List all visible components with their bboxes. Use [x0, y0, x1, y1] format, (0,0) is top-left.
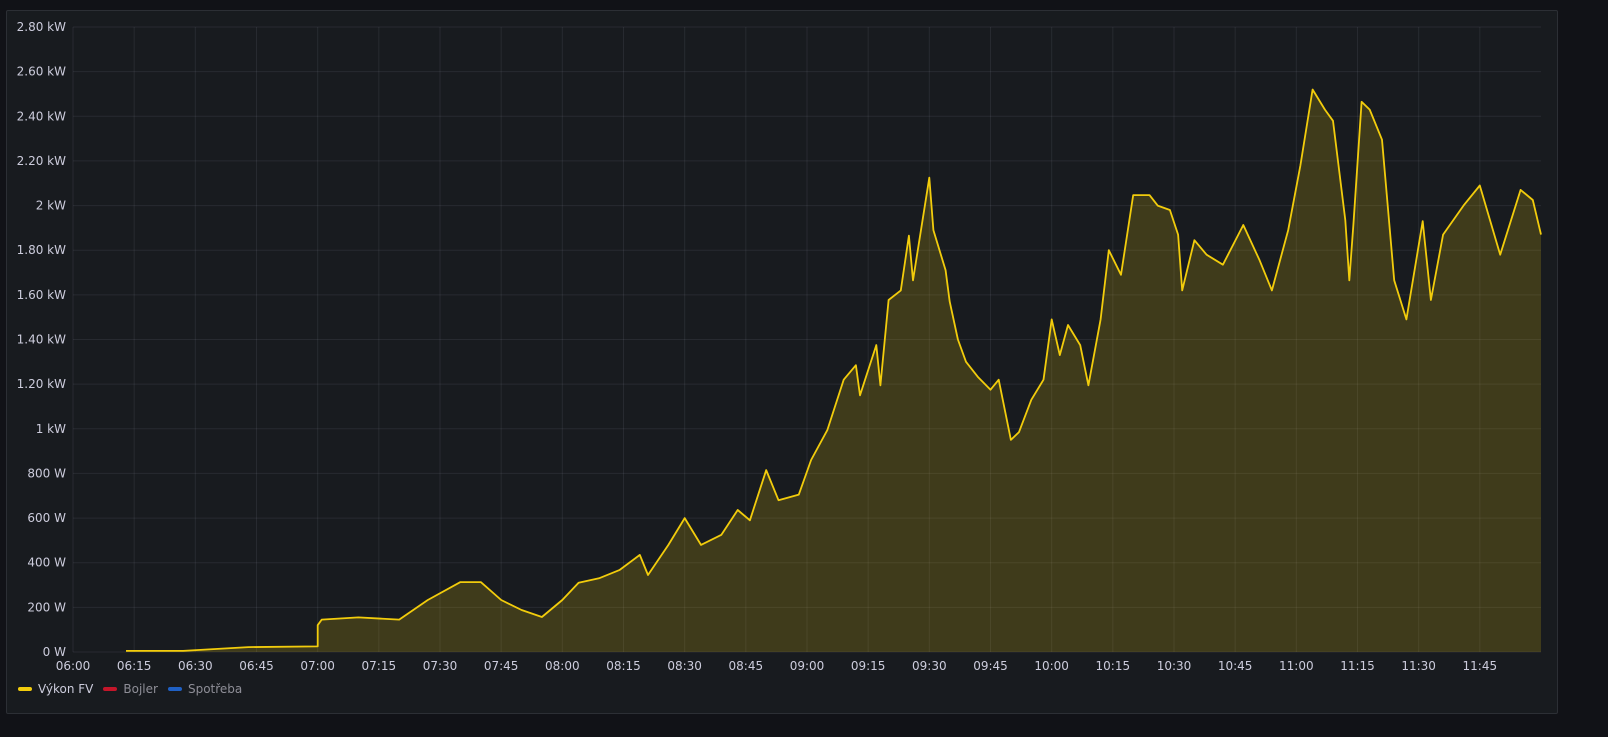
- x-tick-label: 08:30: [667, 659, 702, 673]
- y-tick-label: 2 kW: [36, 199, 66, 213]
- x-tick-label: 10:45: [1218, 659, 1253, 673]
- x-tick-label: 11:00: [1279, 659, 1314, 673]
- x-tick-label: 06:30: [178, 659, 213, 673]
- legend: Výkon FV Bojler Spotřeba: [18, 682, 242, 696]
- legend-item-spotreba[interactable]: Spotřeba: [167, 682, 243, 696]
- legend-item-bojler[interactable]: Bojler: [103, 682, 158, 696]
- x-tick-label: 06:00: [56, 659, 91, 673]
- series-area-vykon-fv: [126, 89, 1541, 652]
- x-tick-label: 11:45: [1463, 659, 1498, 673]
- y-tick-label: 200 W: [27, 600, 66, 614]
- legend-label: Výkon FV: [38, 682, 94, 696]
- y-tick-label: 1.60 kW: [17, 288, 66, 302]
- series-swatch-icon: [167, 687, 182, 691]
- x-tick-label: 09:00: [790, 659, 825, 673]
- series-swatch-icon: [18, 687, 32, 691]
- x-tick-label: 09:45: [973, 659, 1008, 673]
- x-tick-label: 09:15: [851, 659, 886, 673]
- power-chart: 0 W 200 W 400 W 600 W 800 W 1 kW 1.20 kW 1.40 k…: [17, 20, 1542, 673]
- x-tick-label: 06:15: [117, 659, 152, 673]
- y-tick-label: 2.20 kW: [17, 154, 66, 168]
- x-tick-label: 10:30: [1157, 659, 1192, 673]
- y-tick-label: 2.80 kW: [17, 20, 66, 34]
- x-tick-label: 10:00: [1034, 659, 1069, 673]
- y-tick-label: 400 W: [27, 556, 66, 570]
- y-tick-label: 1.40 kW: [17, 333, 66, 347]
- x-tick-label: 08:45: [729, 659, 764, 673]
- x-tick-label: 11:15: [1340, 659, 1375, 673]
- x-tick-label: 07:00: [300, 659, 335, 673]
- y-tick-label: 600 W: [27, 511, 66, 525]
- x-tick-label: 06:45: [239, 659, 274, 673]
- x-tick-label: 08:00: [545, 659, 580, 673]
- y-tick-label: 2.40 kW: [17, 109, 66, 123]
- x-tick-label: 07:45: [484, 659, 519, 673]
- x-tick-label: 10:15: [1096, 659, 1131, 673]
- y-tick-label: 1.80 kW: [17, 243, 66, 257]
- series-swatch-icon: [103, 687, 118, 691]
- y-tick-label: 1.20 kW: [17, 377, 66, 391]
- x-tick-label: 11:30: [1401, 659, 1436, 673]
- x-tick-label: 07:30: [423, 659, 458, 673]
- y-tick-label: 0 W: [43, 645, 66, 659]
- x-tick-label: 08:15: [606, 659, 641, 673]
- legend-label: Spotřeba: [187, 682, 243, 696]
- y-tick-label: 1 kW: [36, 422, 66, 436]
- legend-item-vykon-fv[interactable]: Výkon FV: [18, 682, 93, 696]
- x-tick-label: 07:15: [362, 659, 397, 673]
- legend-label: Bojler: [123, 682, 158, 696]
- y-tick-label: 2.60 kW: [17, 65, 66, 79]
- y-tick-label: 800 W: [27, 466, 66, 480]
- x-tick-label: 09:30: [912, 659, 947, 673]
